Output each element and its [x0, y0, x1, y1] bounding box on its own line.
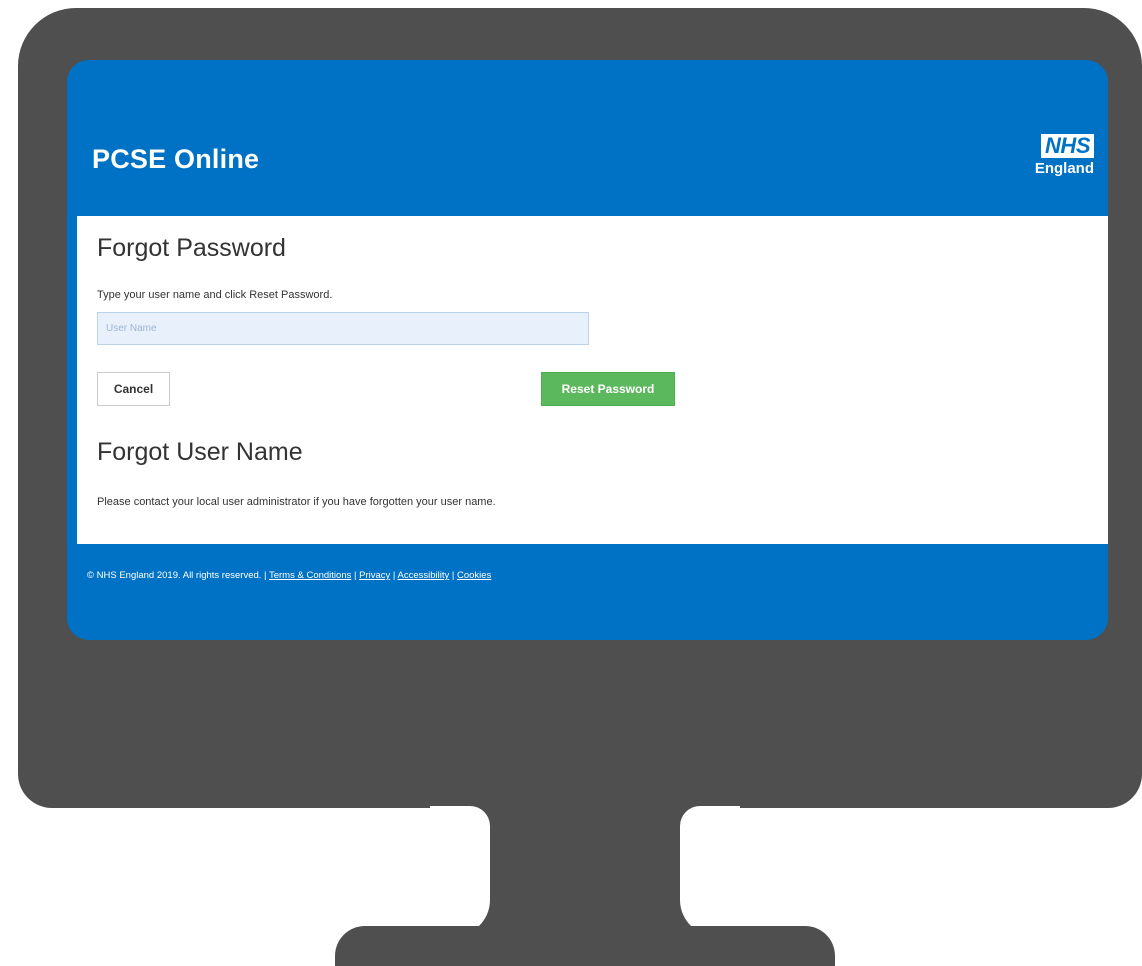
- monitor-stand-neck: [468, 790, 698, 940]
- app-header: PCSE Online NHS England: [67, 60, 1108, 216]
- app-title: PCSE Online: [92, 144, 260, 174]
- nhs-logo-mark: NHS: [1041, 134, 1094, 158]
- main-content: Forgot Password Type your user name and …: [77, 216, 1108, 544]
- reset-password-button[interactable]: Reset Password: [541, 372, 675, 406]
- footer-link-accessibility[interactable]: Accessibility: [398, 570, 450, 581]
- footer: © NHS England 2019. All rights reserved.…: [87, 570, 491, 581]
- monitor-screen: PCSE Online NHS England Forgot Password …: [67, 60, 1108, 640]
- nhs-logo-subtitle: England: [1034, 160, 1094, 177]
- footer-separator: |: [451, 570, 455, 581]
- forgot-password-instructions: Type your user name and click Reset Pass…: [97, 289, 333, 301]
- footer-link-terms[interactable]: Terms & Conditions: [269, 570, 351, 581]
- nhs-england-logo: NHS England: [1030, 134, 1094, 178]
- footer-link-privacy[interactable]: Privacy: [359, 570, 390, 581]
- cancel-button[interactable]: Cancel: [97, 372, 170, 406]
- monitor-neck-curve-right: [680, 806, 740, 936]
- footer-separator: |: [264, 570, 267, 581]
- forgot-password-heading: Forgot Password: [97, 234, 286, 262]
- footer-separator: |: [354, 570, 357, 581]
- username-input[interactable]: [97, 312, 589, 345]
- footer-separator: |: [392, 570, 396, 581]
- footer-copyright: © NHS England 2019. All rights reserved.: [87, 570, 262, 581]
- monitor-stand-base: [335, 926, 835, 966]
- monitor-neck-curve-left: [430, 806, 490, 936]
- footer-link-cookies[interactable]: Cookies: [457, 570, 491, 581]
- forgot-username-heading: Forgot User Name: [97, 438, 303, 466]
- forgot-username-instructions: Please contact your local user administr…: [97, 496, 496, 508]
